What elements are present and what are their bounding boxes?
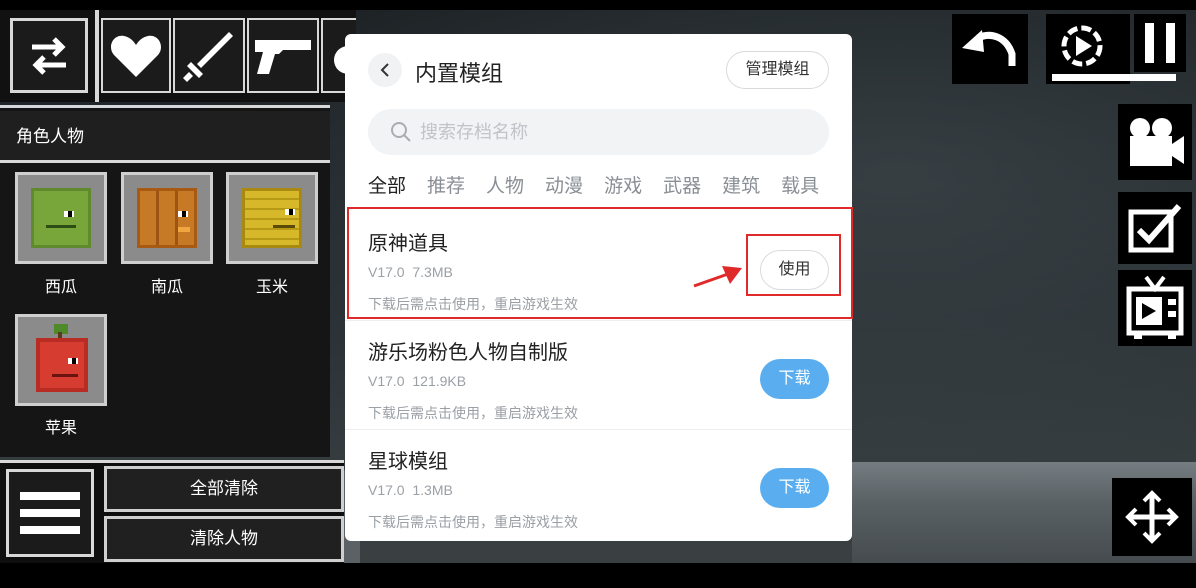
item-label: 玉米	[255, 277, 288, 296]
tab-characters[interactable]: 人物	[486, 171, 524, 198]
tab-recommended[interactable]: 推荐	[427, 171, 465, 198]
pause-icon	[1145, 23, 1175, 63]
camera-button[interactable]	[1118, 104, 1192, 180]
mod-list-item[interactable]: 游乐场粉色人物自制版 V17.0 121.9KB 下载后需点击使用，重启游戏生效…	[345, 321, 852, 430]
mod-size: 121.9KB	[412, 373, 467, 389]
mod-note: 下载后需点击使用，重启游戏生效	[368, 514, 578, 530]
mod-meta: V17.0 121.9KB	[368, 373, 466, 389]
tv-button[interactable]	[1118, 270, 1192, 346]
heart-icon	[110, 35, 162, 77]
tv-icon	[1126, 275, 1184, 339]
pause-button[interactable]	[1134, 14, 1186, 72]
tab-anime[interactable]: 动漫	[545, 171, 583, 198]
swap-icon	[32, 36, 66, 75]
download-button[interactable]: 下载	[760, 468, 829, 508]
dialog-title: 内置模组	[415, 61, 504, 86]
pumpkin-icon	[137, 188, 197, 248]
checkbox-icon	[1128, 204, 1182, 253]
mod-name: 游乐场粉色人物自制版	[368, 342, 568, 364]
undo-icon	[962, 30, 1016, 66]
mod-list-item[interactable]: 星球模组 V17.0 1.3MB 下载后需点击使用，重启游戏生效 下载	[345, 430, 852, 539]
corn-icon	[242, 188, 302, 248]
tab-weapons[interactable]: 武器	[663, 171, 701, 198]
camera-icon	[1130, 118, 1184, 166]
hamburger-icon	[20, 492, 80, 534]
category-tab-living[interactable]	[101, 18, 171, 93]
mod-note: 下载后需点击使用，重启游戏生效	[368, 405, 578, 421]
item-label: 西瓜	[44, 277, 77, 296]
tab-vehicles[interactable]: 载具	[781, 171, 819, 198]
tab-all[interactable]: 全部	[368, 171, 406, 198]
clear-people-button[interactable]: 清除人物	[104, 516, 344, 562]
item-pumpkin[interactable]	[121, 172, 213, 264]
mod-version: V17.0	[368, 482, 405, 498]
swap-button[interactable]	[10, 18, 88, 93]
item-label: 南瓜	[150, 277, 183, 296]
tab-buildings[interactable]: 建筑	[722, 171, 760, 198]
item-apple[interactable]	[15, 314, 107, 406]
mod-name: 星球模组	[368, 451, 448, 473]
search-icon	[391, 122, 411, 142]
undo-button[interactable]	[952, 14, 1028, 84]
category-tab-melee[interactable]	[173, 18, 245, 93]
category-tabs: 全部 推荐 人物 动漫 游戏 武器 建筑 载具	[368, 171, 852, 201]
item-corn[interactable]	[226, 172, 318, 264]
pistol-icon	[255, 39, 311, 74]
highlight-box-button	[746, 234, 841, 296]
tab-games[interactable]: 游戏	[604, 171, 642, 198]
search-input[interactable]	[420, 109, 810, 155]
back-button[interactable]	[368, 53, 402, 87]
category-title: 角色人物	[0, 111, 330, 163]
toolbar-divider	[95, 10, 99, 102]
mod-meta: V17.0 1.3MB	[368, 482, 453, 498]
apple-icon	[36, 324, 88, 392]
arrow-annotation-icon	[693, 266, 742, 288]
chevron-left-icon	[380, 63, 389, 77]
mod-size: 1.3MB	[412, 482, 453, 498]
mod-version: V17.0	[368, 373, 405, 389]
checkbox-button[interactable]	[1118, 192, 1192, 264]
download-button[interactable]: 下载	[760, 359, 829, 399]
item-watermelon[interactable]	[15, 172, 107, 264]
sword-icon	[183, 31, 233, 82]
time-scale-bar	[1052, 74, 1176, 81]
move-icon	[1125, 490, 1179, 544]
slow-motion-icon	[1061, 25, 1103, 67]
category-tab-firearms[interactable]	[247, 18, 319, 93]
item-label: 苹果	[44, 418, 77, 437]
search-bar	[368, 109, 829, 155]
menu-button[interactable]	[6, 469, 94, 557]
move-button[interactable]	[1112, 478, 1192, 556]
clear-all-button[interactable]: 全部清除	[104, 466, 344, 512]
manage-mods-button[interactable]: 管理模组	[726, 51, 829, 89]
watermelon-icon	[31, 188, 91, 248]
